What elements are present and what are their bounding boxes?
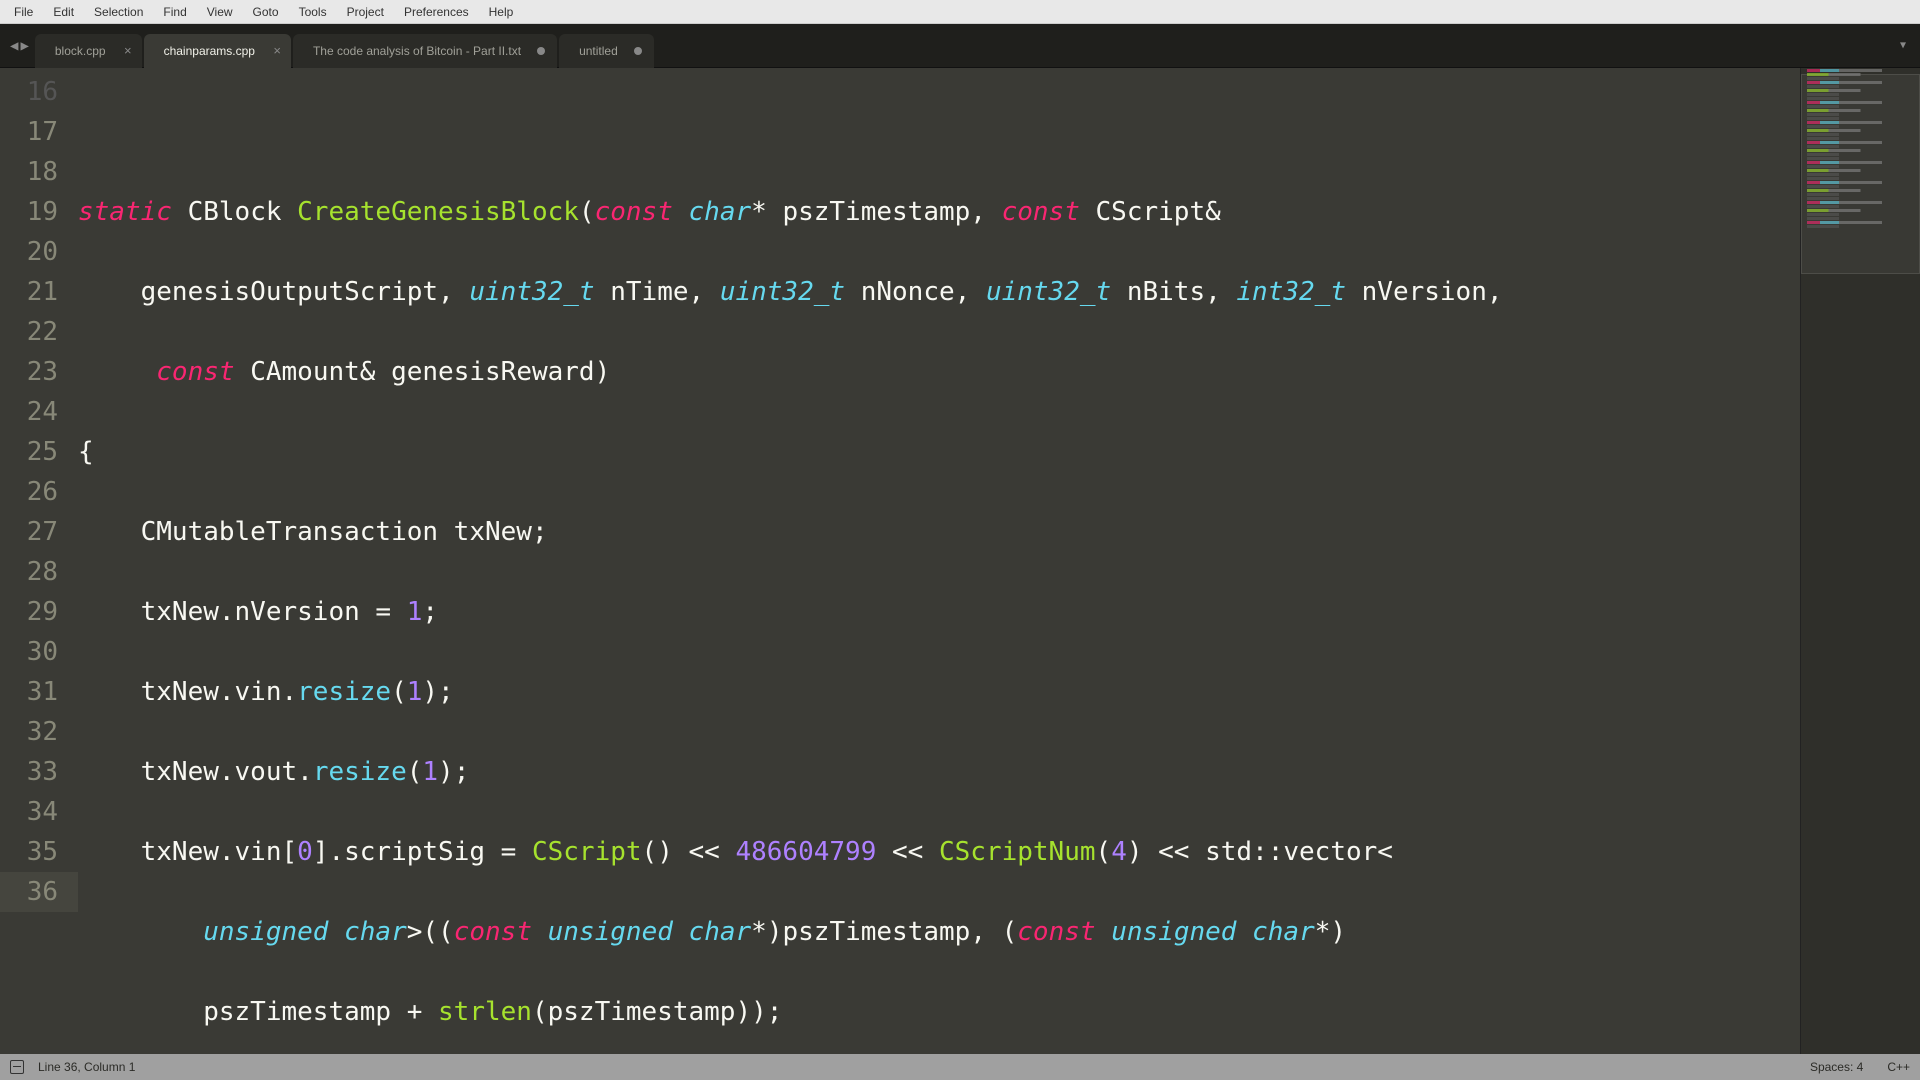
tab-code-analysis-txt[interactable]: The code analysis of Bitcoin - Part II.t… bbox=[293, 34, 557, 68]
code-line bbox=[78, 112, 1800, 152]
status-language[interactable]: C++ bbox=[1887, 1060, 1910, 1074]
line-number: 19 bbox=[0, 192, 78, 232]
line-number: 28 bbox=[0, 552, 78, 592]
menu-selection[interactable]: Selection bbox=[84, 5, 153, 19]
line-number: 27 bbox=[0, 512, 78, 552]
menu-goto[interactable]: Goto bbox=[243, 5, 289, 19]
code-line: { bbox=[78, 432, 1800, 472]
dirty-indicator-icon bbox=[634, 47, 642, 55]
tab-overflow-icon[interactable]: ▼ bbox=[1900, 40, 1920, 51]
tab-label: block.cpp bbox=[55, 44, 106, 58]
tab-nav-prev-icon[interactable]: ◀ bbox=[10, 38, 18, 54]
code-line: CMutableTransaction txNew; bbox=[78, 512, 1800, 552]
status-cursor-position: Line 36, Column 1 bbox=[38, 1060, 135, 1074]
close-icon[interactable]: × bbox=[273, 43, 281, 58]
line-number: 31 bbox=[0, 672, 78, 712]
menu-find[interactable]: Find bbox=[153, 5, 196, 19]
menu-tools[interactable]: Tools bbox=[289, 5, 337, 19]
close-icon[interactable]: × bbox=[124, 43, 132, 58]
line-number: 18 bbox=[0, 152, 78, 192]
line-number: 36 bbox=[0, 872, 78, 912]
code-line: txNew.vin[0].scriptSig = CScript() << 48… bbox=[78, 832, 1800, 872]
line-number: 26 bbox=[0, 472, 78, 512]
code-line: genesisOutputScript, uint32_t nTime, uin… bbox=[78, 272, 1800, 312]
line-number: 16 bbox=[0, 72, 78, 112]
code-line: pszTimestamp + strlen(pszTimestamp)); bbox=[78, 992, 1800, 1032]
statusbar: Line 36, Column 1 Spaces: 4 C++ bbox=[0, 1054, 1920, 1080]
line-number: 33 bbox=[0, 752, 78, 792]
editor: 16 17 18 19 20 21 22 23 24 25 26 27 28 2… bbox=[0, 68, 1920, 1054]
menu-help[interactable]: Help bbox=[479, 5, 524, 19]
code-line: txNew.vout.resize(1); bbox=[78, 752, 1800, 792]
menu-file[interactable]: File bbox=[4, 5, 43, 19]
menu-edit[interactable]: Edit bbox=[43, 5, 84, 19]
line-number: 21 bbox=[0, 272, 78, 312]
line-number: 17 bbox=[0, 112, 78, 152]
tab-nav-next-icon[interactable]: ▶ bbox=[20, 38, 28, 54]
code-line: txNew.vin.resize(1); bbox=[78, 672, 1800, 712]
line-number: 25 bbox=[0, 432, 78, 472]
tab-nav-arrows: ◀ ▶ bbox=[4, 38, 35, 54]
panel-toggle-icon[interactable] bbox=[10, 1060, 24, 1074]
line-number: 23 bbox=[0, 352, 78, 392]
code-line: txNew.nVersion = 1; bbox=[78, 592, 1800, 632]
line-number: 35 bbox=[0, 832, 78, 872]
status-indent[interactable]: Spaces: 4 bbox=[1810, 1060, 1863, 1074]
menu-project[interactable]: Project bbox=[337, 5, 394, 19]
line-number: 20 bbox=[0, 232, 78, 272]
menu-preferences[interactable]: Preferences bbox=[394, 5, 479, 19]
code-line: const CAmount& genesisReward) bbox=[78, 352, 1800, 392]
menu-view[interactable]: View bbox=[197, 5, 243, 19]
tab-label: chainparams.cpp bbox=[164, 44, 255, 58]
line-number: 22 bbox=[0, 312, 78, 352]
line-number-gutter: 16 17 18 19 20 21 22 23 24 25 26 27 28 2… bbox=[0, 68, 78, 1054]
code-area[interactable]: static CBlock CreateGenesisBlock(const c… bbox=[78, 68, 1800, 1054]
line-number: 32 bbox=[0, 712, 78, 752]
line-number: 29 bbox=[0, 592, 78, 632]
tab-untitled[interactable]: untitled bbox=[559, 34, 654, 68]
dirty-indicator-icon bbox=[537, 47, 545, 55]
tab-chainparams-cpp[interactable]: chainparams.cpp × bbox=[144, 34, 291, 68]
tab-block-cpp[interactable]: block.cpp × bbox=[35, 34, 142, 68]
tab-label: untitled bbox=[579, 44, 618, 58]
code-line: static CBlock CreateGenesisBlock(const c… bbox=[78, 192, 1800, 232]
line-number: 24 bbox=[0, 392, 78, 432]
line-number: 34 bbox=[0, 792, 78, 832]
tabbar: ◀ ▶ block.cpp × chainparams.cpp × The co… bbox=[0, 24, 1920, 68]
minimap[interactable] bbox=[1800, 68, 1920, 1054]
tab-label: The code analysis of Bitcoin - Part II.t… bbox=[313, 44, 521, 58]
line-number: 30 bbox=[0, 632, 78, 672]
code-line: unsigned char>((const unsigned char*)psz… bbox=[78, 912, 1800, 952]
menubar: File Edit Selection Find View Goto Tools… bbox=[0, 0, 1920, 24]
